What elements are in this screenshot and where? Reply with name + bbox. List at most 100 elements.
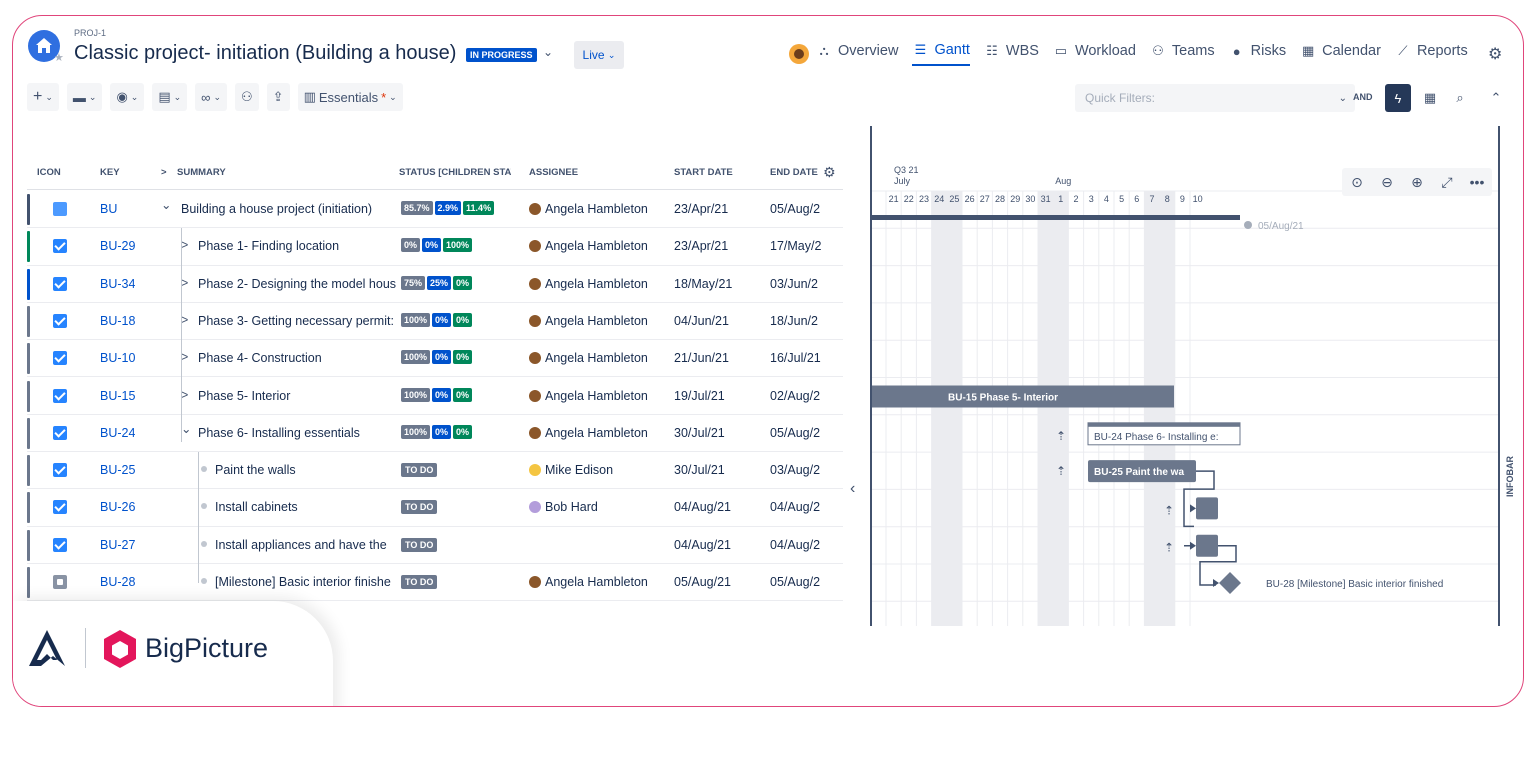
end-date-cell[interactable]: 04/Aug/2	[770, 500, 828, 514]
chevron-left-icon[interactable]: ‹	[850, 480, 855, 498]
end-date-cell[interactable]: 16/Jul/21	[770, 351, 828, 365]
people-button[interactable]: ⚇	[235, 83, 259, 111]
summary-cell[interactable]: [Milestone] Basic interior finishe	[215, 575, 397, 589]
table-row[interactable]: BU-24 ⌄ Phase 6- Installing essentials 100%…	[27, 415, 843, 453]
collapse-toolbar-button[interactable]: ⌃	[1483, 84, 1509, 112]
start-date-cell[interactable]: 05/Aug/21	[674, 575, 731, 589]
tab-reports[interactable]: ⟋ Reports	[1395, 42, 1467, 66]
folder-button[interactable]: ▬ ⌄	[66, 83, 103, 111]
columns-button[interactable]: ▤ ⌄	[152, 83, 188, 111]
summary-cell[interactable]: Phase 3- Getting necessary permit:	[198, 314, 397, 328]
start-date-cell[interactable]: 30/Jul/21	[674, 463, 725, 477]
start-date-cell[interactable]: 23/Apr/21	[674, 239, 728, 253]
issue-key-link[interactable]: BU-18	[100, 314, 135, 328]
table-row[interactable]: BU-10 > Phase 4- Construction 100% 0% 0% Angel…	[27, 340, 843, 378]
tab-teams[interactable]: ⚇ Teams	[1150, 42, 1215, 66]
assignee-cell[interactable]: Angela Hambleton	[529, 277, 648, 291]
tab-calendar[interactable]: ▦ Calendar	[1300, 42, 1381, 66]
end-date-cell[interactable]: 03/Aug/2	[770, 463, 828, 477]
col-end-date[interactable]: END DATE	[770, 167, 818, 178]
table-row[interactable]: BU-18 > Phase 3- Getting necessary permit:…	[27, 303, 843, 341]
end-date-cell[interactable]: 05/Aug/2	[770, 426, 828, 440]
end-date-cell[interactable]: 05/Aug/2	[770, 575, 828, 589]
issue-key-link[interactable]: BU-27	[100, 538, 135, 552]
end-date-cell[interactable]: 05/Aug/2	[770, 202, 828, 216]
user-avatar[interactable]	[789, 44, 809, 64]
table-row[interactable]: BU-34 > Phase 2- Designing the model hous 7…	[27, 266, 843, 303]
start-date-cell[interactable]: 04/Aug/21	[674, 538, 731, 552]
start-date-cell[interactable]: 18/May/21	[674, 277, 732, 291]
start-date-cell[interactable]: 04/Aug/21	[674, 500, 731, 514]
assignee-cell[interactable]: Angela Hambleton	[529, 314, 648, 328]
summary-cell[interactable]: Phase 5- Interior	[198, 389, 397, 403]
col-key[interactable]: KEY	[100, 167, 120, 178]
end-date-cell[interactable]: 04/Aug/2	[770, 538, 828, 552]
assignee-cell[interactable]: Angela Hambleton	[529, 239, 648, 253]
col-summary[interactable]: SUMMARY	[177, 167, 226, 178]
issue-key-link[interactable]: BU-25	[100, 463, 135, 477]
link-button[interactable]: ∞ ⌄	[195, 83, 227, 111]
end-date-cell[interactable]: 17/May/2	[770, 239, 828, 253]
tab-risks[interactable]: ● Risks	[1229, 42, 1286, 66]
end-date-cell[interactable]: 02/Aug/2	[770, 389, 828, 403]
table-row[interactable]: BU-25 Paint the walls TO DO Mike Edison 30/J…	[27, 452, 843, 490]
gear-icon[interactable]: ⚙	[1488, 44, 1502, 64]
assignee-cell[interactable]: Angela Hambleton	[529, 575, 648, 589]
zoom-in-icon[interactable]: ⊕	[1402, 168, 1432, 196]
assignee-cell[interactable]: Angela Hambleton	[529, 351, 648, 365]
chevron-down-icon[interactable]: ⌄	[161, 197, 171, 212]
col-assignee[interactable]: ASSIGNEE	[529, 167, 578, 178]
search-button[interactable]: ⌕	[1447, 84, 1473, 112]
summary-cell[interactable]: Install cabinets	[215, 500, 397, 514]
start-date-cell[interactable]: 30/Jul/21	[674, 426, 725, 440]
end-date-cell[interactable]: 03/Jun/2	[770, 277, 828, 291]
table-row[interactable]: BU-26 Install cabinets TO DO Bob Hard 04/Aug…	[27, 489, 843, 527]
status-badge[interactable]: TO DO	[401, 575, 438, 589]
end-date-cell[interactable]: 18/Jun/2	[770, 314, 828, 328]
status-badge[interactable]: IN PROGRESS	[466, 48, 537, 62]
status-badge[interactable]: TO DO	[401, 537, 438, 552]
issue-key-link[interactable]: BU	[100, 202, 117, 216]
status-badge[interactable]: TO DO	[401, 463, 438, 478]
start-date-cell[interactable]: 23/Apr/21	[674, 202, 728, 216]
status-badge[interactable]: TO DO	[401, 500, 438, 515]
assignee-cell[interactable]: Angela Hambleton	[529, 389, 648, 403]
issue-key-link[interactable]: BU-26	[100, 500, 135, 514]
calendar-button[interactable]: ▦	[1417, 84, 1443, 112]
chevron-right-icon[interactable]: >	[181, 313, 188, 327]
issue-key-link[interactable]: BU-10	[100, 351, 135, 365]
view-button[interactable]: ◉ ⌄	[110, 83, 145, 111]
col-summary-caret[interactable]: >	[161, 167, 167, 178]
tab-wbs[interactable]: ☷ WBS	[984, 42, 1039, 66]
summary-cell[interactable]: Phase 2- Designing the model hous	[198, 277, 397, 291]
chevron-down-icon[interactable]: ⌄	[543, 45, 553, 59]
issue-key-link[interactable]: BU-15	[100, 389, 135, 403]
assignee-cell[interactable]: Bob Hard	[529, 500, 598, 514]
summary-cell[interactable]: Phase 6- Installing essentials	[198, 426, 397, 440]
summary-cell[interactable]: Phase 4- Construction	[198, 351, 397, 365]
and-toggle[interactable]: AND	[1353, 92, 1373, 102]
chevron-right-icon[interactable]: >	[181, 276, 188, 290]
issue-key-link[interactable]: BU-28	[100, 575, 135, 589]
summary-cell[interactable]: Paint the walls	[215, 463, 397, 477]
start-date-cell[interactable]: 19/Jul/21	[674, 389, 725, 403]
live-mode-dropdown[interactable]: Live ⌄	[574, 41, 624, 69]
table-row[interactable]: BU ⌄ Building a house project (initiation)…	[27, 191, 843, 229]
start-date-cell[interactable]: 21/Jun/21	[674, 351, 729, 365]
tab-workload[interactable]: ▭ Workload	[1053, 42, 1136, 66]
export-button[interactable]: ⇪	[266, 83, 290, 111]
issue-key-link[interactable]: BU-29	[100, 239, 135, 253]
table-row[interactable]: BU-29 > Phase 1- Finding location 0% 0% 100% A…	[27, 228, 843, 266]
chevron-right-icon[interactable]: >	[181, 350, 188, 364]
target-icon[interactable]: ⊙	[1342, 168, 1372, 196]
assignee-cell[interactable]: Angela Hambleton	[529, 426, 648, 440]
summary-cell[interactable]: Phase 1- Finding location	[198, 239, 397, 253]
col-start-date[interactable]: START DATE	[674, 167, 733, 178]
assignee-cell[interactable]: Angela Hambleton	[529, 202, 648, 216]
issue-key-link[interactable]: BU-34	[100, 277, 135, 291]
chevron-right-icon[interactable]: >	[181, 238, 188, 252]
lightning-button[interactable]: ϟ	[1385, 84, 1411, 112]
col-status[interactable]: STATUS [CHILDREN STATUS]	[399, 167, 511, 178]
tab-overview[interactable]: ⛬ Overview	[816, 42, 898, 66]
tab-gantt[interactable]: ☰ Gantt	[912, 42, 970, 66]
